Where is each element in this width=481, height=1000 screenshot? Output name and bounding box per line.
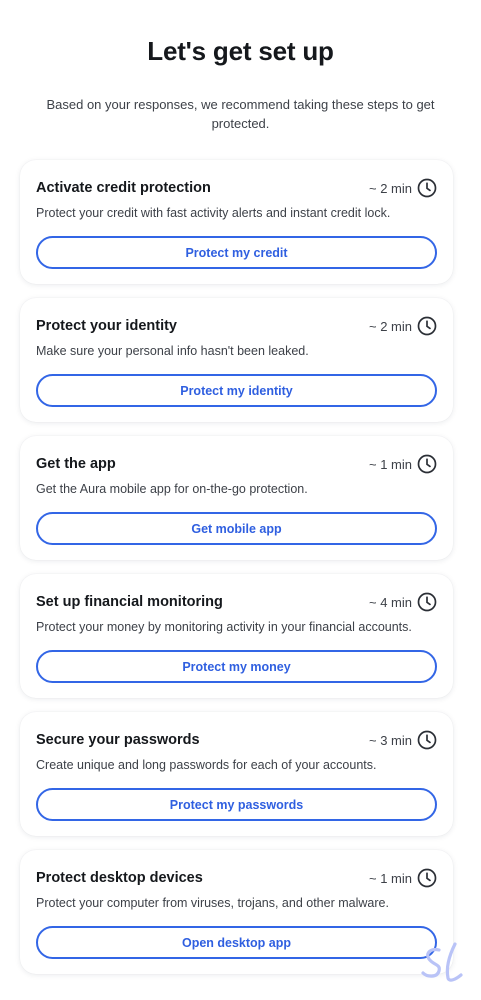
- step-time-label: ~ 1 min: [369, 456, 412, 472]
- step-time-label: ~ 1 min: [369, 870, 412, 886]
- step-description: Create unique and long passwords for eac…: [36, 758, 377, 772]
- step-title: Set up financial monitoring: [36, 594, 223, 610]
- step-time: ~ 2 min: [369, 178, 437, 198]
- step-title: Secure your passwords: [36, 732, 200, 748]
- step-time: ~ 1 min: [369, 868, 437, 888]
- open-desktop-app-button[interactable]: Open desktop app: [36, 926, 437, 959]
- sl-watermark-logo: [421, 942, 463, 982]
- protect-my-identity-button[interactable]: Protect my identity: [36, 374, 437, 407]
- clock-icon: [417, 730, 437, 750]
- step-time-label: ~ 2 min: [369, 180, 412, 196]
- step-time: ~ 2 min: [369, 316, 437, 336]
- step-card-app: Get the app ~ 1 min Get the Aura mobile …: [20, 436, 453, 560]
- step-card-desktop: Protect desktop devices ~ 1 min Protect …: [20, 850, 453, 974]
- page-subtitle: Based on your responses, we recommend ta…: [46, 97, 435, 131]
- step-description: Protect your credit with fast activity a…: [36, 206, 391, 220]
- step-time: ~ 1 min: [369, 454, 437, 474]
- setup-page: Let's get set up Based on your responses…: [0, 0, 481, 1000]
- step-description: Get the Aura mobile app for on-the-go pr…: [36, 482, 308, 496]
- clock-icon: [417, 868, 437, 888]
- get-mobile-app-button[interactable]: Get mobile app: [36, 512, 437, 545]
- step-card-identity: Protect your identity ~ 2 min Make sure …: [20, 298, 453, 422]
- step-card-passwords: Secure your passwords ~ 3 min Create uni…: [20, 712, 453, 836]
- step-time-label: ~ 4 min: [369, 594, 412, 610]
- step-title: Protect desktop devices: [36, 870, 203, 886]
- step-description: Make sure your personal info hasn't been…: [36, 344, 309, 358]
- clock-icon: [417, 454, 437, 474]
- page-title: Let's get set up: [147, 36, 334, 66]
- step-time: ~ 4 min: [369, 592, 437, 612]
- step-time-label: ~ 2 min: [369, 318, 412, 334]
- step-card-credit: Activate credit protection ~ 2 min Prote…: [20, 160, 453, 284]
- step-card-financial: Set up financial monitoring ~ 4 min Prot…: [20, 574, 453, 698]
- step-title: Activate credit protection: [36, 180, 211, 196]
- step-title: Protect your identity: [36, 318, 177, 334]
- step-description: Protect your money by monitoring activit…: [36, 620, 412, 634]
- step-time: ~ 3 min: [369, 730, 437, 750]
- protect-my-money-button[interactable]: Protect my money: [36, 650, 437, 683]
- protect-my-credit-button[interactable]: Protect my credit: [36, 236, 437, 269]
- clock-icon: [417, 178, 437, 198]
- step-description: Protect your computer from viruses, troj…: [36, 896, 389, 910]
- step-time-label: ~ 3 min: [369, 732, 412, 748]
- clock-icon: [417, 316, 437, 336]
- clock-icon: [417, 592, 437, 612]
- protect-my-passwords-button[interactable]: Protect my passwords: [36, 788, 437, 821]
- step-title: Get the app: [36, 456, 116, 472]
